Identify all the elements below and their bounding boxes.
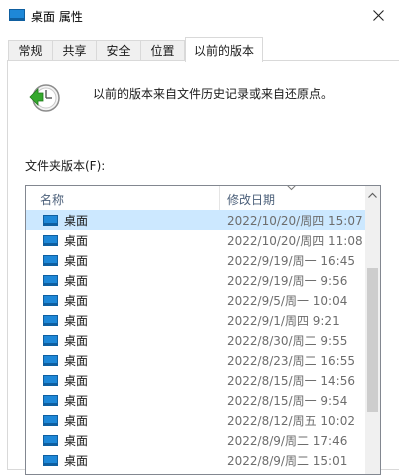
row-date: 2022/9/19/周一 9:56 — [227, 274, 348, 288]
row-name: 桌面 — [64, 234, 89, 248]
table-row[interactable]: 桌面 2022/9/19/周一 16:45 — [26, 250, 365, 270]
row-name: 桌面 — [64, 374, 89, 388]
title-bar: 桌面 属性 — [0, 0, 399, 32]
window-title: 桌面 属性 — [31, 10, 83, 24]
table-row[interactable]: 桌面 2022/9/5/周一 10:04 — [26, 290, 365, 310]
row-date: 2022/8/9/周二 15:01 — [227, 454, 348, 468]
desktop-folder-icon — [43, 335, 58, 346]
table-row[interactable]: 桌面 2022/8/9/周二 17:46 — [26, 430, 365, 450]
scroll-thumb[interactable] — [367, 268, 378, 412]
vertical-scrollbar[interactable] — [365, 186, 380, 474]
tab-general[interactable]: 常规 — [8, 40, 53, 60]
row-date: 2022/8/15/周一 9:54 — [227, 394, 348, 408]
column-header-date[interactable]: 修改日期 — [227, 191, 275, 208]
table-row[interactable]: 桌面 2022/8/9/周二 15:01 — [26, 450, 365, 470]
desktop-folder-icon — [43, 315, 58, 326]
desktop-folder-icon — [43, 455, 58, 466]
tab-strip: 常规 共享 安全 位置 以前的版本 — [0, 37, 399, 62]
row-date: 2022/10/20/周四 11:08 — [227, 234, 363, 248]
row-date: 2022/8/23/周二 16:55 — [227, 354, 355, 368]
desktop-folder-icon — [43, 355, 58, 366]
row-date: 2022/9/19/周一 16:45 — [227, 254, 355, 268]
column-divider[interactable] — [219, 186, 220, 210]
chevron-up-icon — [368, 192, 377, 198]
table-row[interactable]: 桌面 2022/8/23/周二 16:55 — [26, 350, 365, 370]
table-row[interactable]: 桌面 2022/9/1/周四 9:21 — [26, 310, 365, 330]
table-row[interactable]: 桌面 2022/8/15/周一 9:54 — [26, 390, 365, 410]
row-name: 桌面 — [64, 414, 89, 428]
tab-security[interactable]: 安全 — [96, 40, 141, 60]
desktop-folder-icon — [43, 275, 58, 286]
desktop-folder-icon — [43, 395, 58, 406]
table-row[interactable]: 桌面 2022/8/30/周二 9:55 — [26, 330, 365, 350]
scroll-up-button[interactable] — [365, 186, 380, 203]
table-row[interactable]: 桌面 2022/10/20/周四 15:07 — [26, 210, 365, 230]
tab-previous-versions[interactable]: 以前的版本 — [185, 37, 263, 62]
row-name: 桌面 — [64, 434, 89, 448]
row-date: 2022/8/15/周一 14:56 — [227, 374, 355, 388]
description-text: 以前的版本来自文件历史记录或来自还原点。 — [93, 87, 334, 101]
desktop-folder-icon — [43, 415, 58, 426]
row-name: 桌面 — [64, 314, 89, 328]
row-name: 桌面 — [64, 214, 89, 228]
list-header: 名称 修改日期 — [26, 186, 365, 210]
row-name: 桌面 — [64, 254, 89, 268]
sort-chevron-down-icon — [287, 186, 296, 191]
table-row[interactable]: 桌面 2022/8/12/周五 10:02 — [26, 410, 365, 430]
desktop-folder-icon — [9, 9, 25, 21]
tab-panel: 以前的版本来自文件历史记录或来自还原点。 文件夹版本(F): 名称 修改日期 桌… — [7, 60, 399, 475]
column-header-name[interactable]: 名称 — [40, 191, 64, 208]
row-date: 2022/8/30/周二 9:55 — [227, 334, 348, 348]
row-date: 2022/8/12/周五 10:02 — [227, 414, 355, 428]
desktop-folder-icon — [43, 435, 58, 446]
row-date: 2022/9/1/周四 9:21 — [227, 314, 340, 328]
table-row[interactable]: 桌面 2022/9/19/周一 9:56 — [26, 270, 365, 290]
restore-clock-icon — [29, 84, 60, 112]
tab-location[interactable]: 位置 — [140, 40, 185, 60]
desktop-folder-icon — [43, 375, 58, 386]
close-icon — [372, 9, 384, 21]
desktop-folder-icon — [43, 255, 58, 266]
row-name: 桌面 — [64, 294, 89, 308]
table-row[interactable]: 桌面 2022/8/15/周一 14:56 — [26, 370, 365, 390]
row-name: 桌面 — [64, 454, 89, 468]
row-name: 桌面 — [64, 274, 89, 288]
desktop-folder-icon — [43, 295, 58, 306]
versions-list[interactable]: 名称 修改日期 桌面 2022/10/20/周四 15:07 桌面 2022/10/2… — [25, 185, 381, 475]
row-date: 2022/8/9/周二 17:46 — [227, 434, 348, 448]
tab-sharing[interactable]: 共享 — [52, 40, 97, 60]
folder-versions-label: 文件夹版本(F): — [25, 159, 106, 173]
table-row[interactable]: 桌面 2022/10/20/周四 11:08 — [26, 230, 365, 250]
desktop-folder-icon — [43, 235, 58, 246]
desktop-folder-icon — [43, 215, 58, 226]
row-name: 桌面 — [64, 394, 89, 408]
row-name: 桌面 — [64, 354, 89, 368]
row-date: 2022/9/5/周一 10:04 — [227, 294, 348, 308]
close-button[interactable] — [363, 2, 393, 28]
row-name: 桌面 — [64, 334, 89, 348]
row-date: 2022/10/20/周四 15:07 — [227, 214, 363, 228]
